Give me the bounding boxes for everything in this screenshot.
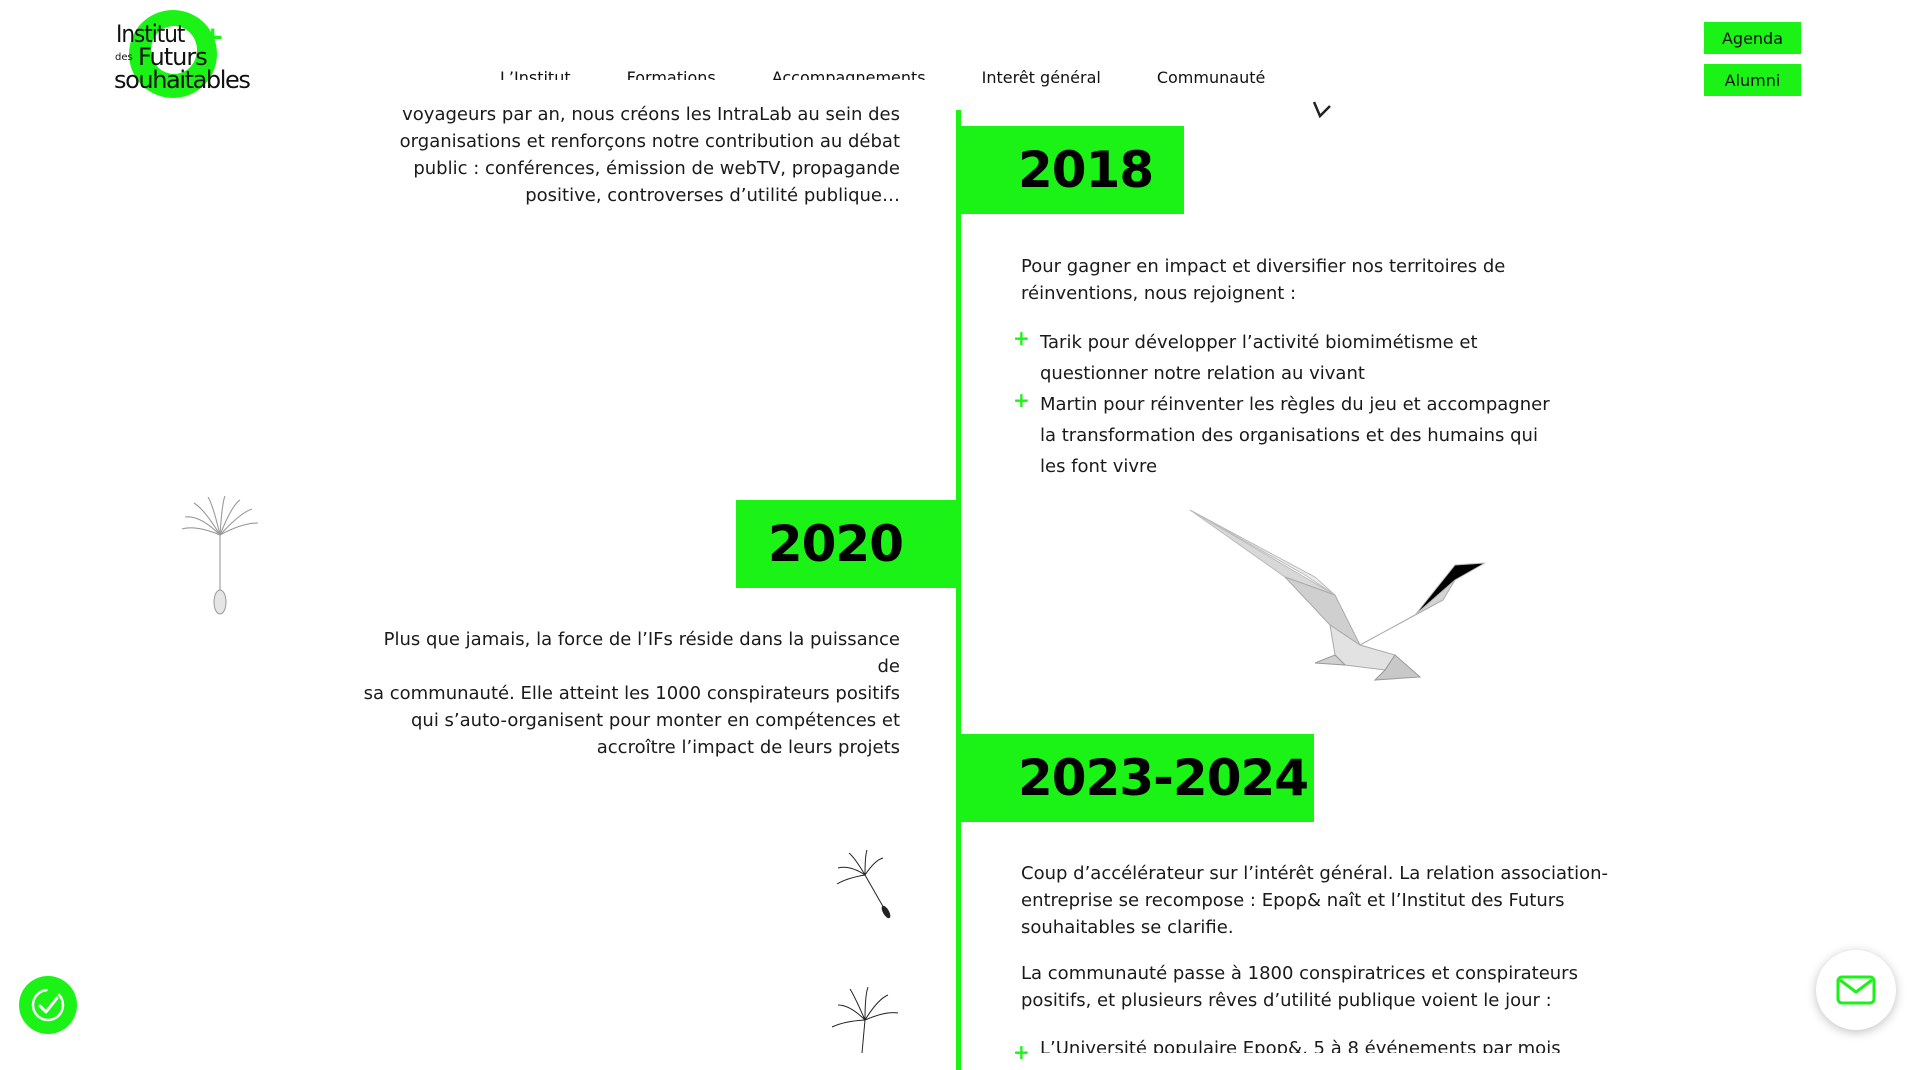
mail-icon: [1836, 975, 1876, 1005]
list-item-line: questionner notre relation au vivant: [1040, 363, 1365, 384]
logo-line-3: souhaitables: [114, 66, 251, 94]
year-2023-2024-label: 2023-2024: [1018, 749, 1309, 807]
year-2023-text-1: Coup d’accélérateur sur l’intérêt généra…: [1021, 860, 1621, 941]
dandelion-seed-icon: [181, 495, 259, 615]
text-line: accroître l’impact de leurs projets: [596, 737, 900, 758]
accessibility-check-icon: [31, 988, 65, 1022]
intro-line: organisations et renforçons notre contri…: [399, 131, 900, 152]
contact-button[interactable]: [1816, 950, 1896, 1030]
accessibility-button[interactable]: [19, 976, 77, 1034]
plus-icon: +: [1013, 326, 1030, 350]
year-2020-box: 2020: [736, 500, 956, 588]
list-item-line: les font vivre: [1040, 456, 1158, 477]
plus-icon: +: [1013, 1040, 1030, 1064]
text-line: réinventions, nous rejoignent :: [1021, 283, 1297, 304]
intro-line: voyageurs par an, nous créons les IntraL…: [402, 104, 900, 125]
year-2023-text-2: La communauté passe à 1800 conspiratrice…: [1021, 960, 1621, 1014]
text-line: La communauté passe à 1800 conspiratrice…: [1021, 963, 1578, 984]
list-item: + Tarik pour développer l’activité biomi…: [1013, 326, 1600, 389]
origami-bird-icon: [1189, 509, 1486, 681]
year-2023-2024-box: 2023-2024: [961, 734, 1314, 822]
alumni-button[interactable]: Alumni: [1704, 64, 1801, 96]
plus-icon: +: [1013, 388, 1030, 412]
year-2018-text: Pour gagner en impact et diversifier nos…: [1021, 253, 1581, 307]
nav-communaute[interactable]: Communauté: [1157, 68, 1265, 87]
list-item-line: L’Université populaire Epop&, 5 à 8 évén…: [1040, 1038, 1561, 1053]
year-2023-list-clip: + L’Université populaire Epop&, 5 à 8 év…: [1040, 1036, 1640, 1053]
list-item-line: Martin pour réinventer les règles du jeu…: [1040, 394, 1550, 415]
list-item: + Martin pour réinventer les règles du j…: [1013, 388, 1600, 482]
year-2020-text: Plus que jamais, la force de l’IFs résid…: [360, 626, 900, 761]
text-line: souhaitables se clarifie.: [1021, 917, 1234, 938]
intro-line: positive, controverses d’utilité publiqu…: [525, 185, 900, 206]
list-item-line: la transformation des organisations et d…: [1040, 425, 1538, 446]
year-2018-box: 2018: [961, 126, 1184, 214]
nav-interet-general[interactable]: Interêt général: [982, 68, 1101, 87]
logo-line-2-small: des: [115, 52, 133, 63]
agenda-button[interactable]: Agenda: [1704, 22, 1801, 54]
intro-text: voyageurs par an, nous créons les IntraL…: [380, 101, 900, 209]
text-line: Coup d’accélérateur sur l’intérêt généra…: [1021, 863, 1609, 884]
year-2018-label: 2018: [1018, 141, 1154, 199]
text-line: positifs, et plusieurs rêves d’utilité p…: [1021, 990, 1552, 1011]
year-2020-label: 2020: [767, 515, 904, 573]
intro-line: public : conférences, émission de webTV,…: [413, 158, 900, 179]
text-line: entreprise se recompose : Epop& naît et …: [1021, 890, 1565, 911]
text-line: Pour gagner en impact et diversifier nos…: [1021, 256, 1506, 277]
dandelion-seed-fragment-icon: [1312, 101, 1331, 119]
timeline-line: [956, 110, 961, 1070]
year-2018-list: + Tarik pour développer l’activité biomi…: [1013, 326, 1600, 482]
site-logo[interactable]: + Institut des Futurs souhaitables: [113, 10, 251, 100]
header-overlap-mask: [380, 80, 940, 104]
text-line: sa communauté. Elle atteint les 1000 con…: [363, 683, 900, 704]
dandelion-seed-icon: [831, 986, 899, 1053]
text-line: Plus que jamais, la force de l’IFs résid…: [383, 629, 900, 677]
list-item: + L’Université populaire Epop&, 5 à 8 év…: [1040, 1036, 1640, 1053]
text-line: qui s’auto-organisent pour monter en com…: [411, 710, 900, 731]
dandelion-seed-icon: [836, 850, 891, 919]
list-item-line: Tarik pour développer l’activité biomimé…: [1040, 332, 1478, 353]
